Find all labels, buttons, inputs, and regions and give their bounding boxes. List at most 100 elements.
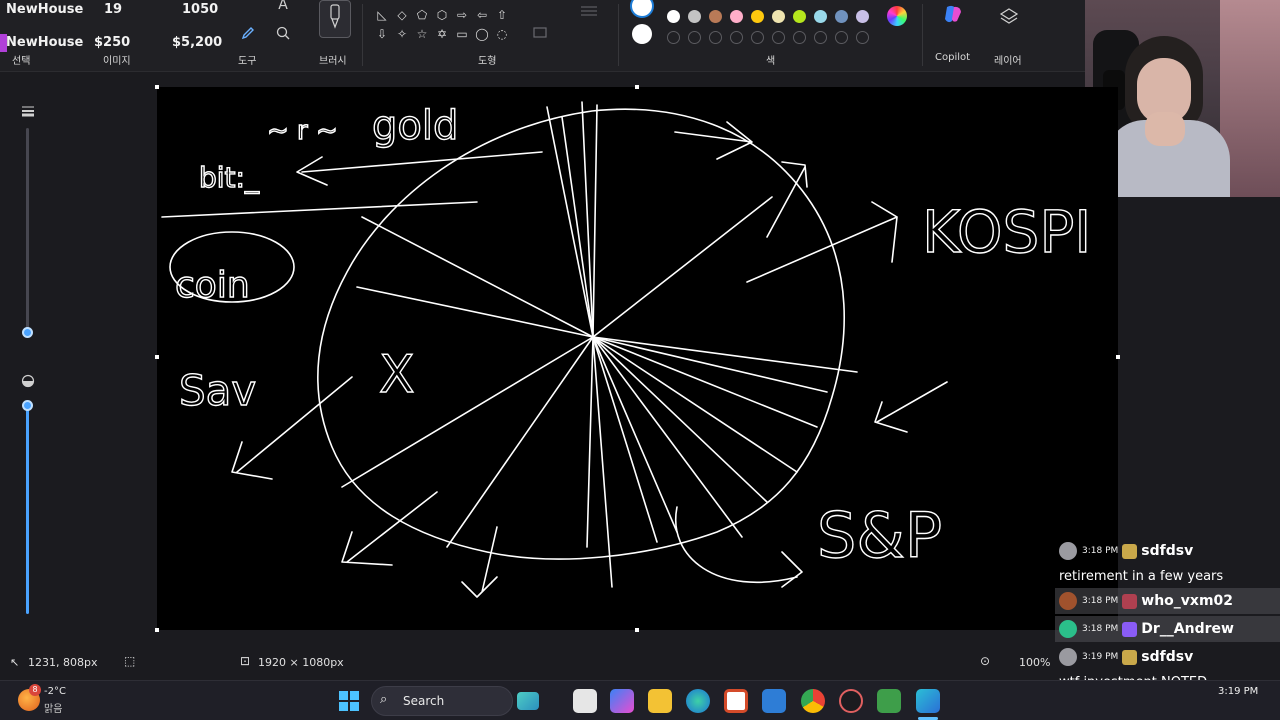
spoke [592,336,858,373]
copilot-taskbar-icon[interactable] [610,689,634,713]
opacity-slider-knob[interactable] [22,400,33,411]
chat-message: 3:19 PM sdfdsv [1055,644,1280,670]
scribble-chain: ~ r ~ [267,116,338,146]
spoke [546,106,594,338]
microsoft-store-icon[interactable] [724,689,748,713]
custom-color-slot[interactable] [835,31,848,44]
arrow-left-top [296,151,543,186]
size-slider-track[interactable] [26,128,29,333]
file-icon[interactable] [573,689,597,713]
size-slider-knob[interactable] [22,327,33,338]
shape-star4[interactable]: ✧ [394,26,410,42]
selection-icon: ⬚ [124,654,136,668]
resize-handle-bottom[interactable] [635,628,639,632]
shape-callout-oval[interactable]: ◯ [474,26,490,42]
overlay-row2-val1: $250 [94,35,131,50]
custom-color-slot[interactable] [709,31,722,44]
chat-timestamp: 3:18 PM [1082,596,1119,606]
chrome-icon[interactable] [801,689,825,713]
taskbar-search[interactable]: ⌕ Search [371,686,539,716]
canvas-size-icon: ⊡ [240,654,251,668]
custom-color-slot[interactable] [856,31,869,44]
color-swatch[interactable] [709,10,722,23]
app-icon[interactable] [877,689,901,713]
color-swatch[interactable] [730,10,743,23]
chat-timestamp: 3:18 PM [1082,624,1119,634]
shape-hexagon[interactable]: ⬡ [434,7,450,23]
cursor-position: 1231, 808px [28,656,98,669]
fit-to-window-icon[interactable]: ⊙ [980,654,990,668]
spoke [446,336,594,548]
custom-color-slot[interactable] [667,31,680,44]
color-swatch[interactable] [814,10,827,23]
custom-color-slot[interactable] [751,31,764,44]
shape-arrow-down[interactable]: ⇩ [374,26,390,42]
windows-start-icon[interactable] [337,689,361,713]
custom-color-slot[interactable] [793,31,806,44]
webcam-person-hands [1145,112,1185,146]
opacity-slider-fill [26,406,29,614]
color-swatch[interactable] [688,10,701,23]
pencil-icon[interactable] [237,22,259,44]
shape-diamond[interactable]: ◇ [394,7,410,23]
paint-app-icon[interactable] [916,689,940,713]
shape-pentagon[interactable]: ⬠ [414,7,430,23]
color-swatch[interactable] [835,10,848,23]
opacity-drop-icon [17,369,39,391]
color-swatch[interactable] [856,10,869,23]
edit-colors-icon[interactable] [887,6,907,26]
zoom-level[interactable]: 100% [1019,656,1050,669]
copilot-icon[interactable] [941,2,965,26]
shape-right-triangle[interactable]: ◺ [374,7,390,23]
drawing-canvas[interactable]: bit:_ ~ r ~ gold KOSPI coin Sav X S&P [155,85,1120,632]
group-label-layers: 레이어 [994,56,1022,67]
resize-handle-top-left[interactable] [155,85,159,89]
custom-color-slot[interactable] [814,31,827,44]
cursor-icon: ↖ [10,656,20,669]
color-swatch[interactable] [667,10,680,23]
shape-star5[interactable]: ☆ [414,26,430,42]
shape-callout-cloud[interactable]: ◌ [494,26,510,42]
chat-username: sdfdsv [1141,649,1194,665]
shape-fill-icon[interactable] [530,22,552,44]
text-icon[interactable]: A [272,0,294,16]
color-swatch[interactable] [751,10,764,23]
resize-handle-right[interactable] [1116,355,1120,359]
shape-arrow-left[interactable]: ⇦ [474,7,490,23]
custom-color-slot[interactable] [730,31,743,44]
loop-to-sp [674,506,803,588]
overlay-row2-name: NewHouse [6,35,84,50]
spoke [356,286,594,338]
resize-handle-top[interactable] [635,85,639,89]
edge-browser-icon[interactable] [686,689,710,713]
custom-color-slot[interactable] [772,31,785,44]
resize-handle-left[interactable] [155,355,159,359]
layers-icon[interactable] [998,5,1020,27]
color-swatch[interactable] [793,10,806,23]
file-explorer-icon[interactable] [648,689,672,713]
outline-icon[interactable] [578,0,600,22]
obs-icon[interactable] [839,689,863,713]
group-label-shapes: 도형 [478,56,497,67]
shape-arrow-up[interactable]: ⇧ [494,7,510,23]
primary-color-swatch[interactable] [630,0,654,18]
color-swatch[interactable] [772,10,785,23]
app-icon[interactable] [762,689,786,713]
canvas-size: 1920 × 1080px [258,656,344,669]
magnifier-icon[interactable] [272,22,294,44]
shape-arrow-right[interactable]: ⇨ [454,7,470,23]
ribbon-separator [618,4,619,66]
shape-callout-rect[interactable]: ▭ [454,26,470,42]
brush-button[interactable] [319,0,351,38]
chat-avatar [1059,648,1077,666]
scribble-crypto: coin [175,265,250,306]
ribbon-separator [922,4,923,66]
left-tool-rail [0,72,157,650]
shape-star6[interactable]: ✡ [434,26,450,42]
resize-handle-bottom-left[interactable] [155,628,159,632]
secondary-color-swatch[interactable] [632,24,652,44]
shapes-gallery[interactable]: ◺ ◇ ⬠ ⬡ ⇨ ⇦ ⇧ ⇩ ✧ ☆ ✡ ▭ ◯ ◌ [370,0,515,48]
custom-color-slot[interactable] [688,31,701,44]
group-label-brush: 브러시 [319,56,347,67]
overlay-row2-val2: $5,200 [172,35,223,50]
